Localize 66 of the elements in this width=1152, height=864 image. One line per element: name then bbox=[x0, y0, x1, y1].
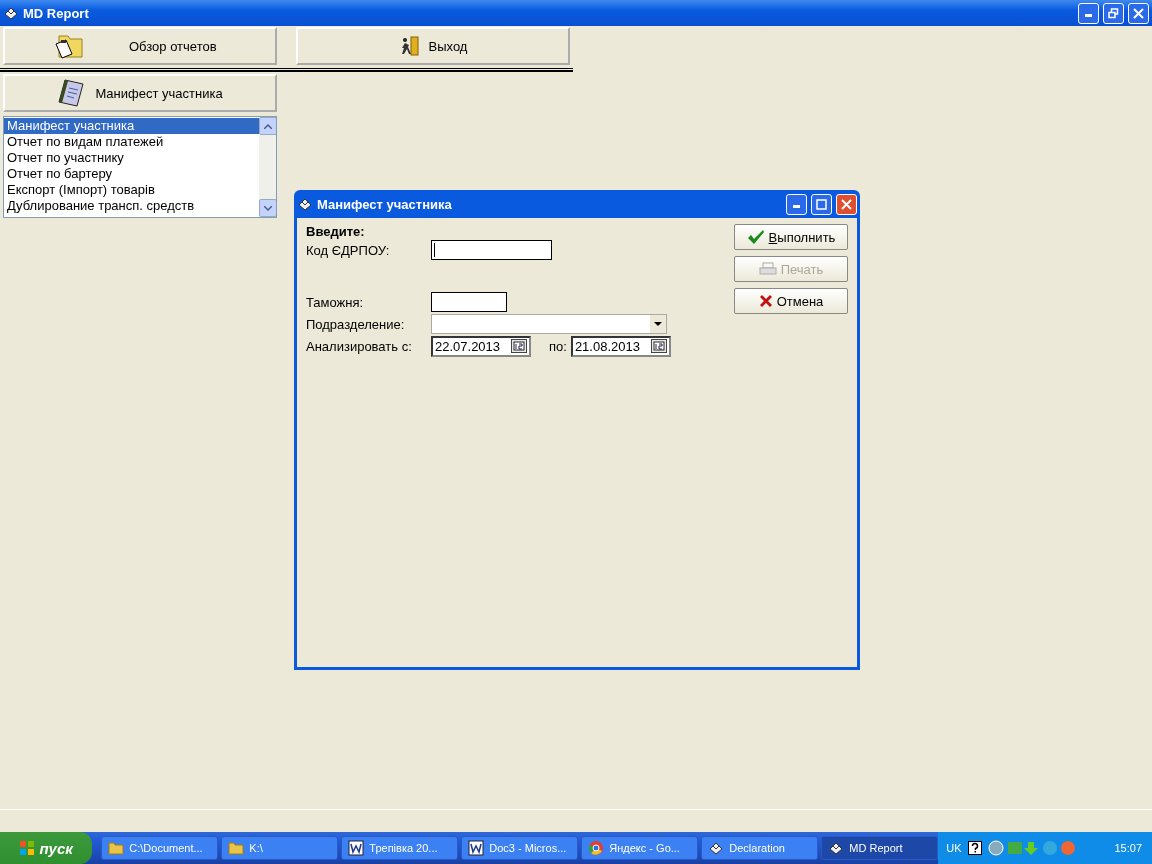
list-item[interactable]: Отчет по бартеру bbox=[4, 166, 259, 182]
taskbar-button[interactable]: Declaration bbox=[701, 836, 819, 860]
taskbar-button[interactable]: Яндекс - Go... bbox=[581, 836, 699, 860]
list-item[interactable]: Отчет по участнику bbox=[4, 150, 259, 166]
browser-icon bbox=[588, 840, 605, 856]
document-w-icon bbox=[468, 840, 485, 856]
taskbar-button[interactable]: Трепівка 20... bbox=[341, 836, 459, 860]
app-icon bbox=[828, 840, 845, 856]
scroll-down-icon bbox=[264, 205, 272, 211]
window-title: MD Report bbox=[23, 5, 90, 21]
toolbar-button[interactable]: Выход bbox=[296, 27, 570, 65]
date-field[interactable]: 22.07.2013 bbox=[431, 335, 531, 357]
report-button[interactable]: Манифест участника bbox=[3, 74, 277, 112]
help-icon[interactable] bbox=[967, 841, 982, 855]
taskbar-button[interactable]: K:\ bbox=[221, 836, 339, 860]
taskbar-button[interactable]: MD Report bbox=[821, 836, 939, 860]
folder-icon bbox=[108, 840, 125, 856]
app-icon bbox=[3, 5, 19, 21]
taskbar-button[interactable]: C:\Document... bbox=[101, 836, 219, 860]
app-icon bbox=[297, 196, 313, 212]
list-item[interactable]: Дублирование трансп. средств bbox=[4, 198, 259, 214]
taskbar-button[interactable]: Doc3 - Micros... bbox=[461, 836, 579, 860]
dialog-title: Манифест участника bbox=[317, 196, 453, 212]
document-w-icon bbox=[348, 840, 365, 856]
clock: 15:07 bbox=[1114, 842, 1142, 854]
tray-icons-drawing[interactable] bbox=[987, 840, 1078, 856]
checkmark-icon bbox=[746, 229, 765, 245]
language-indicator[interactable]: UK bbox=[946, 842, 962, 854]
restore-button[interactable] bbox=[1103, 2, 1124, 24]
scrollbar[interactable] bbox=[259, 117, 276, 217]
minimize-button[interactable] bbox=[786, 193, 807, 215]
maximize-button[interactable] bbox=[811, 193, 832, 215]
notebook-icon bbox=[57, 78, 86, 108]
close-icon bbox=[841, 198, 852, 210]
field-label: по: bbox=[549, 338, 567, 354]
list-item[interactable]: Експорт (Імпорт) товарів bbox=[4, 182, 259, 198]
field-label: Анализировать с: bbox=[306, 338, 413, 354]
date-field[interactable]: 21.08.2013 bbox=[570, 335, 671, 357]
dropdown-field[interactable] bbox=[431, 314, 667, 334]
dialog-button[interactable]: Выполнить bbox=[734, 224, 848, 250]
printer-icon bbox=[758, 262, 777, 276]
input-field[interactable] bbox=[431, 240, 552, 260]
close-icon bbox=[1133, 7, 1144, 19]
windows-logo-icon bbox=[19, 840, 36, 856]
list-item[interactable]: Манифест участника bbox=[4, 118, 259, 134]
calendar-icon[interactable] bbox=[511, 339, 527, 353]
maximize-icon bbox=[816, 198, 827, 210]
toolbar-button[interactable]: Обзор отчетов bbox=[3, 27, 277, 65]
app-icon bbox=[708, 840, 725, 856]
folder-icon bbox=[228, 840, 245, 856]
calendar-icon[interactable] bbox=[650, 339, 667, 353]
minimize-button[interactable] bbox=[1078, 2, 1099, 24]
close-button[interactable] bbox=[1128, 2, 1149, 24]
scroll-up-icon bbox=[264, 123, 272, 129]
input-field[interactable] bbox=[431, 292, 507, 312]
start-button[interactable]: пуск bbox=[0, 832, 93, 864]
cross-icon bbox=[758, 294, 773, 308]
form-heading: Введите: bbox=[306, 224, 366, 239]
field-label: Таможня: bbox=[306, 294, 365, 310]
dialog-button[interactable]: Отмена bbox=[734, 288, 848, 314]
dropdown-arrow-icon bbox=[654, 322, 662, 326]
restore-icon bbox=[1108, 7, 1119, 19]
field-label: Код ЄДРПОУ: bbox=[306, 242, 391, 258]
close-button[interactable] bbox=[836, 193, 857, 215]
list-item[interactable]: Отчет по видам платежей bbox=[4, 134, 259, 150]
field-label: Подразделение: bbox=[306, 316, 406, 332]
